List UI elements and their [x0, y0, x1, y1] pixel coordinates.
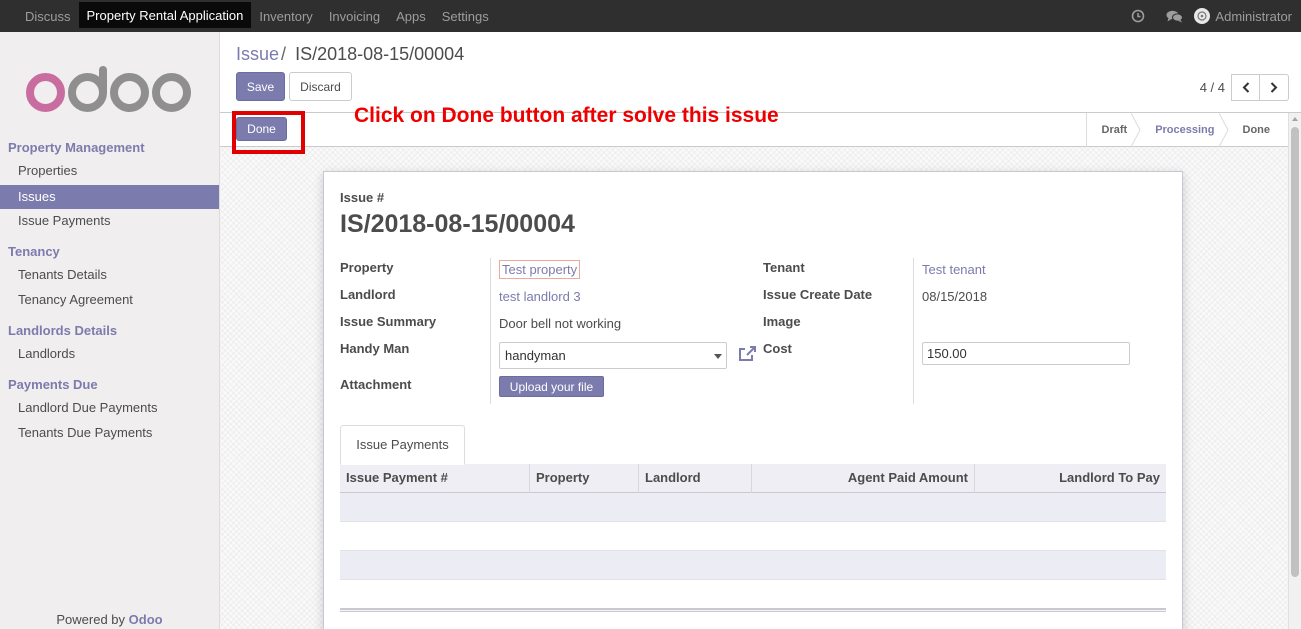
menu-invoicing[interactable]: Invoicing	[321, 0, 388, 32]
powered-prefix: Powered by	[56, 612, 126, 627]
cost-input[interactable]: 150.00	[922, 342, 1130, 365]
systray: Administrator	[1120, 0, 1301, 32]
sidebar: Property Management Properties Issues Is…	[0, 32, 220, 629]
handy-man-label: Handy Man	[340, 341, 410, 356]
chevron-left-icon	[1242, 82, 1249, 93]
clock-icon[interactable]	[1120, 9, 1156, 23]
issue-number-title: IS/2018-08-15/00004	[340, 210, 575, 238]
stage-label: Draft	[1101, 124, 1128, 136]
menu-apps[interactable]: Apps	[388, 0, 434, 32]
powered-by: Powered by Odoo	[0, 612, 219, 627]
pager-next-button[interactable]	[1260, 74, 1289, 101]
column-header-agent-paid-amount[interactable]: Agent Paid Amount	[752, 464, 975, 493]
stage-bar: Draft Processing Done	[1085, 113, 1289, 147]
menu-settings[interactable]: Settings	[434, 0, 497, 32]
pager-value[interactable]: 4 / 4	[1200, 80, 1225, 95]
powered-brand-link[interactable]: Odoo	[129, 612, 163, 627]
column-header-issue-payment[interactable]: Issue Payment #	[340, 464, 530, 493]
section-tenancy[interactable]: Tenancy	[8, 244, 60, 259]
property-label: Property	[340, 260, 394, 275]
form-view: Done Click on Done button after solve th…	[220, 104, 1289, 629]
scrollbar-thumb[interactable]	[1291, 127, 1299, 577]
issue-number-label: Issue #	[340, 190, 385, 205]
section-landlords-details[interactable]: Landlords Details	[8, 323, 117, 338]
tab-issue-payments[interactable]: Issue Payments	[340, 425, 465, 465]
avatar	[1194, 8, 1211, 24]
property-field[interactable]: Test property	[499, 260, 581, 279]
scrollbar[interactable]	[1288, 113, 1301, 629]
table-header: Issue Payment # Property Landlord Agent …	[340, 464, 1166, 493]
tenant-label: Tenant	[763, 260, 805, 275]
breadcrumb-separator: /	[281, 44, 287, 64]
column-header-landlord[interactable]: Landlord	[639, 464, 752, 493]
menu-inventory[interactable]: Inventory	[251, 0, 320, 32]
tenant-field[interactable]: Test tenant	[922, 262, 986, 277]
pager-previous-button[interactable]	[1231, 74, 1260, 101]
table-footer	[340, 608, 1166, 612]
issue-payments-table: Issue Payment # Property Landlord Agent …	[340, 464, 1166, 612]
landlord-field[interactable]: test landlord 3	[499, 289, 581, 304]
chat-icon[interactable]	[1156, 10, 1192, 23]
form-sheet: Issue # IS/2018-08-15/00004 Property Tes…	[323, 171, 1183, 629]
sidebar-item-landlords[interactable]: Landlords	[0, 342, 219, 366]
cost-label: Cost	[763, 341, 792, 356]
upload-file-button[interactable]: Upload your file	[499, 376, 604, 397]
stage-label: Done	[1242, 124, 1271, 136]
column-header-landlord-to-pay[interactable]: Landlord To Pay	[975, 464, 1166, 493]
external-link-icon[interactable]	[738, 345, 757, 362]
menu-discuss[interactable]: Discuss	[0, 0, 79, 32]
sidebar-item-issue-payments[interactable]: Issue Payments	[0, 209, 219, 233]
user-menu[interactable]: Administrator	[1194, 8, 1292, 24]
user-name: Administrator	[1215, 8, 1292, 24]
sidebar-item-landlord-due-payments[interactable]: Landlord Due Payments	[0, 396, 219, 420]
odoo-logo	[26, 66, 191, 112]
stage-label: Processing	[1155, 124, 1215, 136]
chevron-right-icon	[1270, 82, 1278, 93]
scroll-up-arrow-icon[interactable]	[1292, 117, 1298, 121]
sidebar-item-tenants-details[interactable]: Tenants Details	[0, 263, 219, 287]
issue-create-date-label: Issue Create Date	[763, 287, 873, 302]
section-property-management[interactable]: Property Management	[8, 140, 145, 155]
image-label: Image	[763, 314, 801, 329]
sidebar-item-properties[interactable]: Properties	[0, 159, 219, 183]
attachment-label: Attachment	[340, 377, 412, 392]
stage-done[interactable]: Done	[1228, 113, 1289, 147]
stage-processing[interactable]: Processing	[1140, 113, 1229, 147]
form-statusbar: Done Click on Done button after solve th…	[220, 104, 1289, 154]
handy-man-value: handyman	[505, 348, 566, 363]
caret-down-icon	[714, 354, 722, 359]
discard-button[interactable]: Discard	[289, 72, 352, 101]
save-button[interactable]: Save	[236, 72, 285, 101]
column-header-property[interactable]: Property	[530, 464, 639, 493]
instruction-annotation: Click on Done button after solve this is…	[354, 104, 779, 127]
issue-create-date-field[interactable]: 08/15/2018	[922, 289, 987, 304]
table-row	[340, 493, 1166, 522]
column-divider	[490, 258, 491, 404]
sidebar-item-tenancy-agreement[interactable]: Tenancy Agreement	[0, 288, 219, 312]
issue-summary-field[interactable]: Door bell not working	[499, 316, 621, 331]
top-navbar: Discuss Property Rental Application Inve…	[0, 0, 1301, 32]
table-row	[340, 522, 1166, 551]
done-highlight-box	[232, 111, 305, 154]
sidebar-item-issues[interactable]: Issues	[0, 185, 219, 209]
stage-draft[interactable]: Draft	[1087, 113, 1141, 147]
breadcrumb-parent[interactable]: Issue	[236, 44, 279, 64]
pager: 4 / 4	[1200, 74, 1289, 101]
issue-summary-label: Issue Summary	[340, 314, 437, 329]
sidebar-item-tenants-due-payments[interactable]: Tenants Due Payments	[0, 421, 219, 445]
handy-man-select[interactable]: handyman	[499, 342, 727, 369]
section-payments-due[interactable]: Payments Due	[8, 377, 98, 392]
control-panel: Issue / IS/2018-08-15/00004 Save Discard …	[220, 32, 1301, 113]
table-row	[340, 551, 1166, 580]
menu-property-rental-application[interactable]: Property Rental Application	[78, 2, 252, 28]
breadcrumb-current: IS/2018-08-15/00004	[295, 44, 465, 64]
column-divider	[913, 258, 914, 404]
app-menu: Discuss Property Rental Application Inve…	[0, 0, 497, 32]
landlord-label: Landlord	[340, 287, 396, 302]
breadcrumb: Issue / IS/2018-08-15/00004	[236, 44, 464, 65]
